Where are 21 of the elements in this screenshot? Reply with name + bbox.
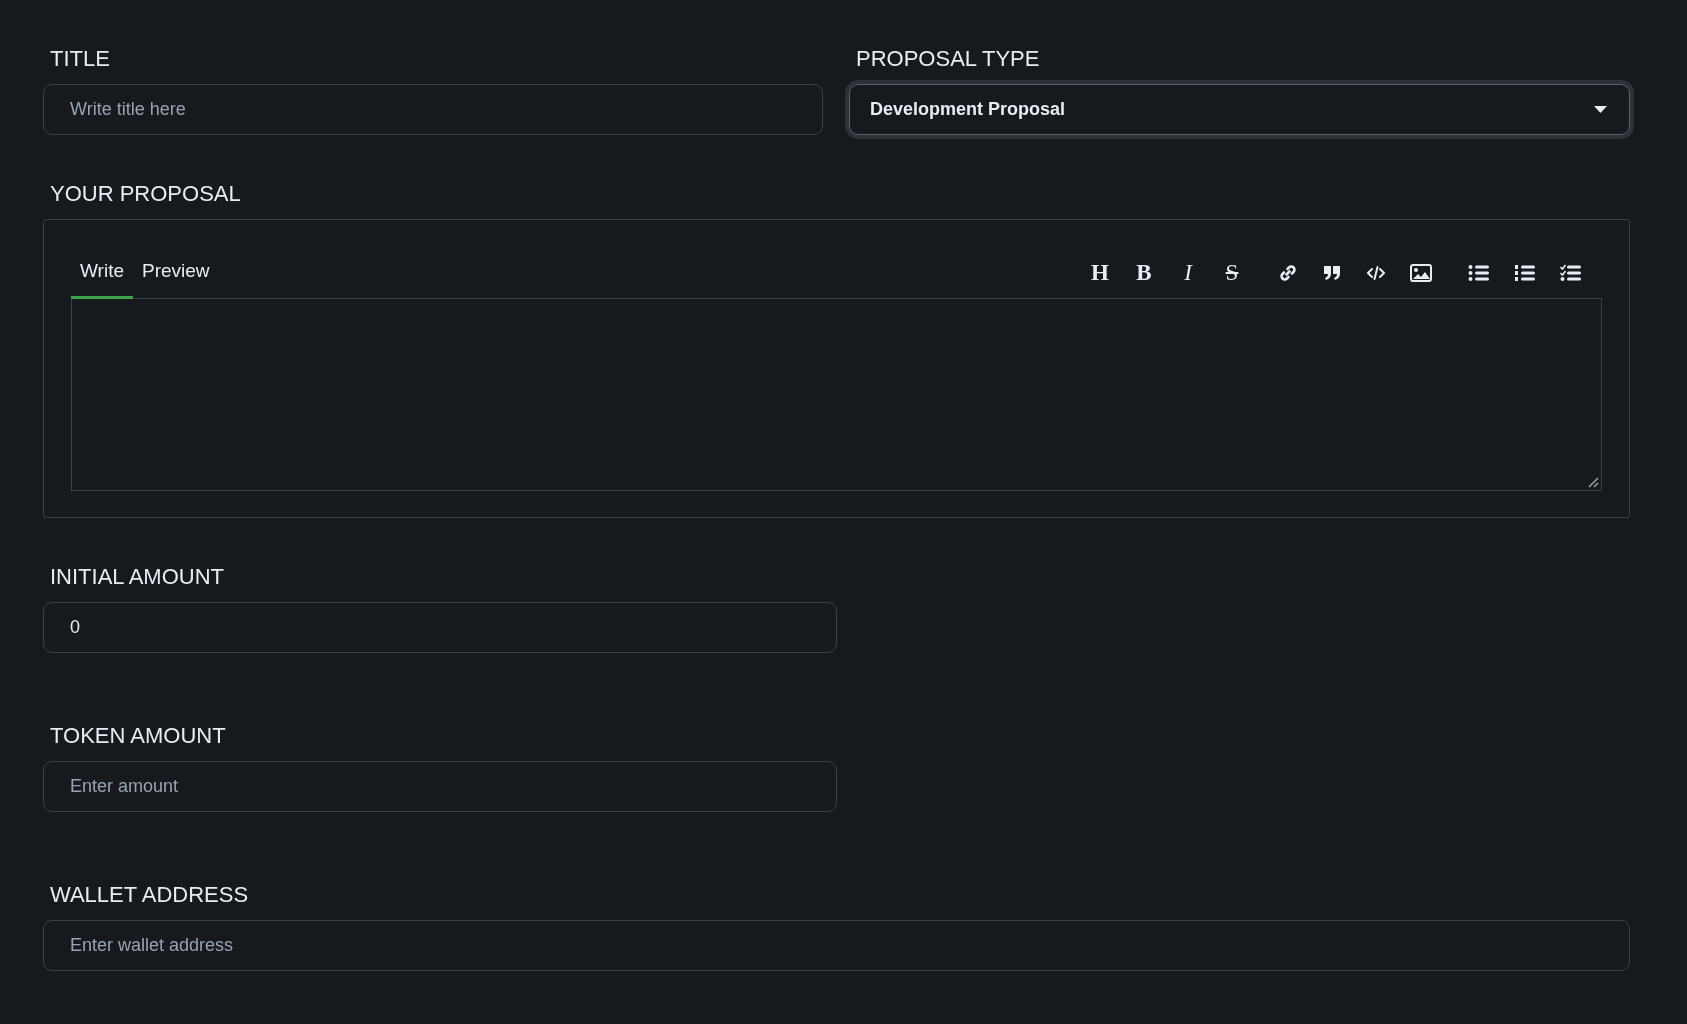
field-label: TOKEN AMOUNT (49, 723, 227, 748)
editor-tab[interactable]: Write (71, 246, 133, 299)
numbered-list-icon[interactable] (1514, 264, 1536, 282)
quote-icon[interactable] (1322, 263, 1342, 283)
field-label: WALLET ADDRESS (49, 882, 250, 907)
link-icon[interactable] (1278, 263, 1298, 283)
caret-icon (1594, 106, 1607, 113)
field-label: PROPOSAL TYPE (855, 46, 1041, 71)
field-label: TITLE (49, 46, 111, 71)
initial-amount-input-field[interactable]: 0 (43, 602, 837, 653)
task-list-icon[interactable] (1560, 264, 1582, 282)
bulleted-list-icon[interactable] (1468, 264, 1490, 282)
resize-handle-icon[interactable] (1588, 477, 1599, 488)
editor-tab[interactable]: Preview (133, 246, 219, 299)
field-label: INITIAL AMOUNT (49, 564, 225, 589)
wallet-address-input-field[interactable]: Enter wallet address (43, 920, 1630, 971)
code-icon[interactable] (1366, 263, 1386, 283)
field-label: YOUR PROPOSAL (49, 181, 242, 206)
title-input-field[interactable]: Write title here (43, 84, 823, 135)
token-amount-input-field[interactable]: Enter amount (43, 761, 837, 812)
image-icon[interactable] (1410, 264, 1432, 282)
